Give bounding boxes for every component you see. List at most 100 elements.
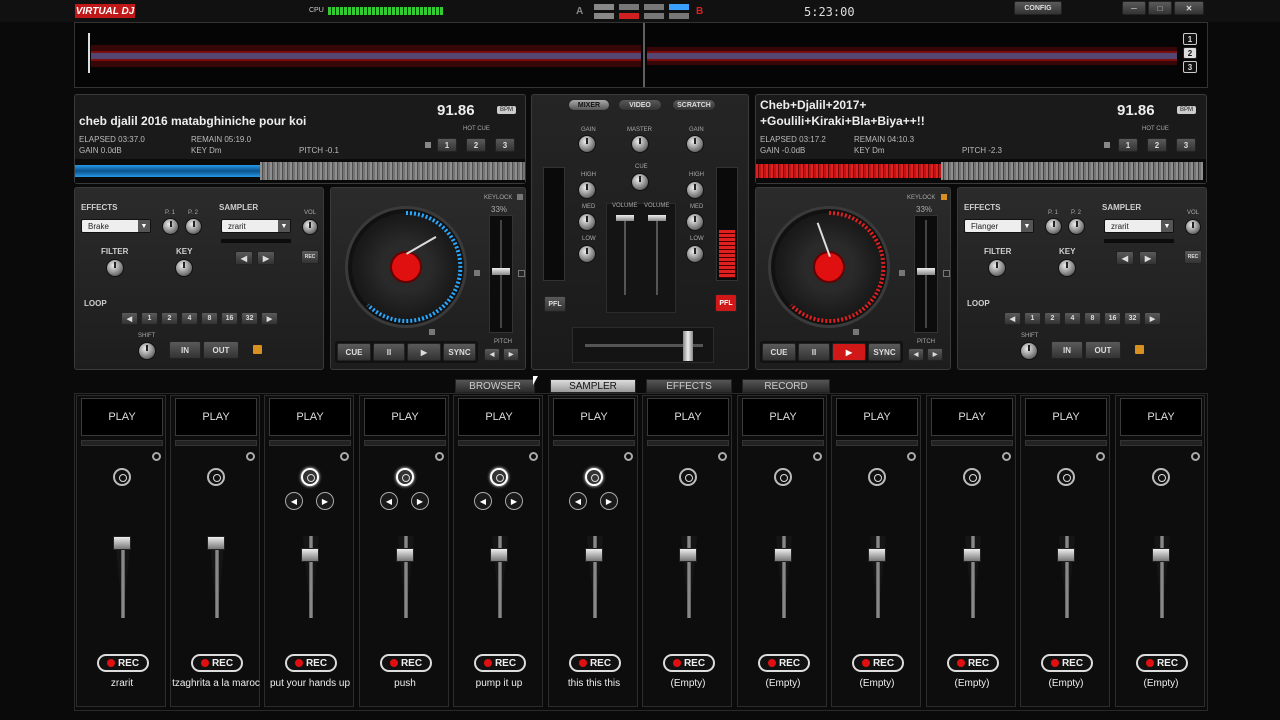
sampler-rec-button[interactable]: REC xyxy=(191,654,243,672)
right-waveform[interactable] xyxy=(756,159,1206,183)
mixer-volume-left-fader[interactable] xyxy=(616,215,634,295)
sampler-rec-button[interactable]: REC xyxy=(758,654,810,672)
mixer-high-right-knob[interactable] xyxy=(686,181,704,199)
overview-page-2[interactable]: 2 xyxy=(1183,47,1197,59)
sampler-loop-icon[interactable] xyxy=(963,468,981,486)
right-pitch-reset[interactable] xyxy=(943,270,950,277)
sampler-loop-icon[interactable] xyxy=(113,468,131,486)
sampler-volume-slider[interactable] xyxy=(207,536,225,550)
right-loop-32[interactable]: 32 xyxy=(1124,312,1141,325)
right-loop-16[interactable]: 16 xyxy=(1104,312,1121,325)
right-play-button[interactable]: ▶ xyxy=(832,343,866,361)
left-shift-knob[interactable] xyxy=(138,342,156,360)
sampler-volume-slider[interactable] xyxy=(490,548,508,562)
sampler-rec-button[interactable]: REC xyxy=(380,654,432,672)
left-pause-button[interactable]: II xyxy=(373,343,405,361)
deck-a-indicator[interactable]: A xyxy=(576,6,583,17)
left-sampler-next[interactable]: ▶ xyxy=(257,251,275,265)
sampler-prev-icon[interactable]: ◀ xyxy=(285,492,303,510)
left-loop-32[interactable]: 32 xyxy=(241,312,258,325)
left-play-button[interactable]: ▶ xyxy=(407,343,441,361)
sampler-play-button[interactable]: PLAY xyxy=(836,398,918,436)
tab-sampler[interactable]: SAMPLER xyxy=(550,379,636,393)
sampler-rec-button[interactable]: REC xyxy=(1136,654,1188,672)
sampler-loop-icon[interactable] xyxy=(490,468,508,486)
right-loop-1[interactable]: 1 xyxy=(1024,312,1041,325)
sampler-loop-icon[interactable] xyxy=(301,468,319,486)
mixer-low-left-knob[interactable] xyxy=(578,245,596,263)
left-hot-cue-3[interactable]: 3 xyxy=(495,138,515,152)
left-loop-lock-icon[interactable] xyxy=(253,345,262,354)
sampler-prev-icon[interactable]: ◀ xyxy=(380,492,398,510)
right-fx-p2-knob[interactable] xyxy=(1068,218,1085,235)
sampler-next-icon[interactable]: ▶ xyxy=(505,492,523,510)
left-loop-8[interactable]: 8 xyxy=(201,312,218,325)
sampler-options-icon[interactable] xyxy=(246,452,255,461)
deck-layout-buttons[interactable] xyxy=(594,4,690,20)
right-loop-out-button[interactable]: OUT xyxy=(1085,341,1121,359)
sampler-loop-icon[interactable] xyxy=(207,468,225,486)
left-loop-1[interactable]: 1 xyxy=(141,312,158,325)
sampler-volume-slider[interactable] xyxy=(868,548,886,562)
sampler-options-icon[interactable] xyxy=(529,452,538,461)
tab-effects[interactable]: EFFECTS xyxy=(646,379,732,393)
right-loop-in-button[interactable]: IN xyxy=(1051,341,1083,359)
sampler-volume-slider[interactable] xyxy=(1057,548,1075,562)
sampler-options-icon[interactable] xyxy=(340,452,349,461)
sampler-loop-icon[interactable] xyxy=(868,468,886,486)
left-loop-16[interactable]: 16 xyxy=(221,312,238,325)
right-loop-4[interactable]: 4 xyxy=(1064,312,1081,325)
scratch-tab[interactable]: SCRATCH xyxy=(672,99,716,111)
sampler-prev-icon[interactable]: ◀ xyxy=(569,492,587,510)
sampler-play-button[interactable]: PLAY xyxy=(647,398,729,436)
sampler-volume-slider[interactable] xyxy=(585,548,603,562)
right-pitch-up[interactable]: ▶ xyxy=(927,348,943,361)
sampler-options-icon[interactable] xyxy=(718,452,727,461)
left-loop-2[interactable]: 2 xyxy=(161,312,178,325)
left-filter-knob[interactable] xyxy=(106,259,124,277)
right-cue-button[interactable]: CUE xyxy=(762,343,796,361)
sampler-options-icon[interactable] xyxy=(1002,452,1011,461)
sampler-play-button[interactable]: PLAY xyxy=(175,398,257,436)
sampler-play-button[interactable]: PLAY xyxy=(742,398,824,436)
sampler-options-icon[interactable] xyxy=(152,452,161,461)
sampler-rec-button[interactable]: REC xyxy=(947,654,999,672)
sampler-rec-button[interactable]: REC xyxy=(97,654,149,672)
left-pitch-slider[interactable] xyxy=(489,215,513,333)
left-jog-wheel[interactable] xyxy=(345,206,467,328)
left-cue-button[interactable]: CUE xyxy=(337,343,371,361)
sampler-loop-icon[interactable] xyxy=(1152,468,1170,486)
sampler-rec-button[interactable]: REC xyxy=(852,654,904,672)
maximize-button[interactable]: □ xyxy=(1148,1,1172,15)
sampler-next-icon[interactable]: ▶ xyxy=(600,492,618,510)
sampler-rec-button[interactable]: REC xyxy=(474,654,526,672)
sampler-loop-icon[interactable] xyxy=(1057,468,1075,486)
mixer-low-right-knob[interactable] xyxy=(686,245,704,263)
sampler-options-icon[interactable] xyxy=(1191,452,1200,461)
right-keylock-lock-icon[interactable] xyxy=(941,194,947,200)
minimize-button[interactable]: ─ xyxy=(1122,1,1146,15)
right-loop-2[interactable]: 2 xyxy=(1044,312,1061,325)
left-sampler-vol-knob[interactable] xyxy=(302,219,318,235)
sampler-rec-button[interactable]: REC xyxy=(663,654,715,672)
mixer-cue-knob[interactable] xyxy=(631,173,649,191)
right-shift-knob[interactable] xyxy=(1020,342,1038,360)
right-hot-cue-1[interactable]: 1 xyxy=(1118,138,1138,152)
sampler-play-button[interactable]: PLAY xyxy=(1025,398,1107,436)
close-button[interactable]: ✕ xyxy=(1174,1,1204,15)
sampler-options-icon[interactable] xyxy=(907,452,916,461)
config-button[interactable]: CONFIG xyxy=(1014,1,1062,15)
sampler-volume-slider[interactable] xyxy=(113,536,131,550)
right-key-knob[interactable] xyxy=(1058,259,1076,277)
left-loop-next[interactable]: ▶ xyxy=(261,312,278,325)
right-hot-cue-3[interactable]: 3 xyxy=(1176,138,1196,152)
left-sync-button[interactable]: SYNC xyxy=(443,343,476,361)
left-fx-p1-knob[interactable] xyxy=(162,218,179,235)
right-pitch-down[interactable]: ◀ xyxy=(908,348,924,361)
sampler-volume-slider[interactable] xyxy=(774,548,792,562)
left-pitch-down[interactable]: ◀ xyxy=(484,348,500,361)
sampler-rec-button[interactable]: REC xyxy=(1041,654,1093,672)
sampler-options-icon[interactable] xyxy=(435,452,444,461)
mixer-master-knob[interactable] xyxy=(631,135,649,153)
right-effect-select[interactable]: Flanger ▼ xyxy=(964,219,1034,233)
